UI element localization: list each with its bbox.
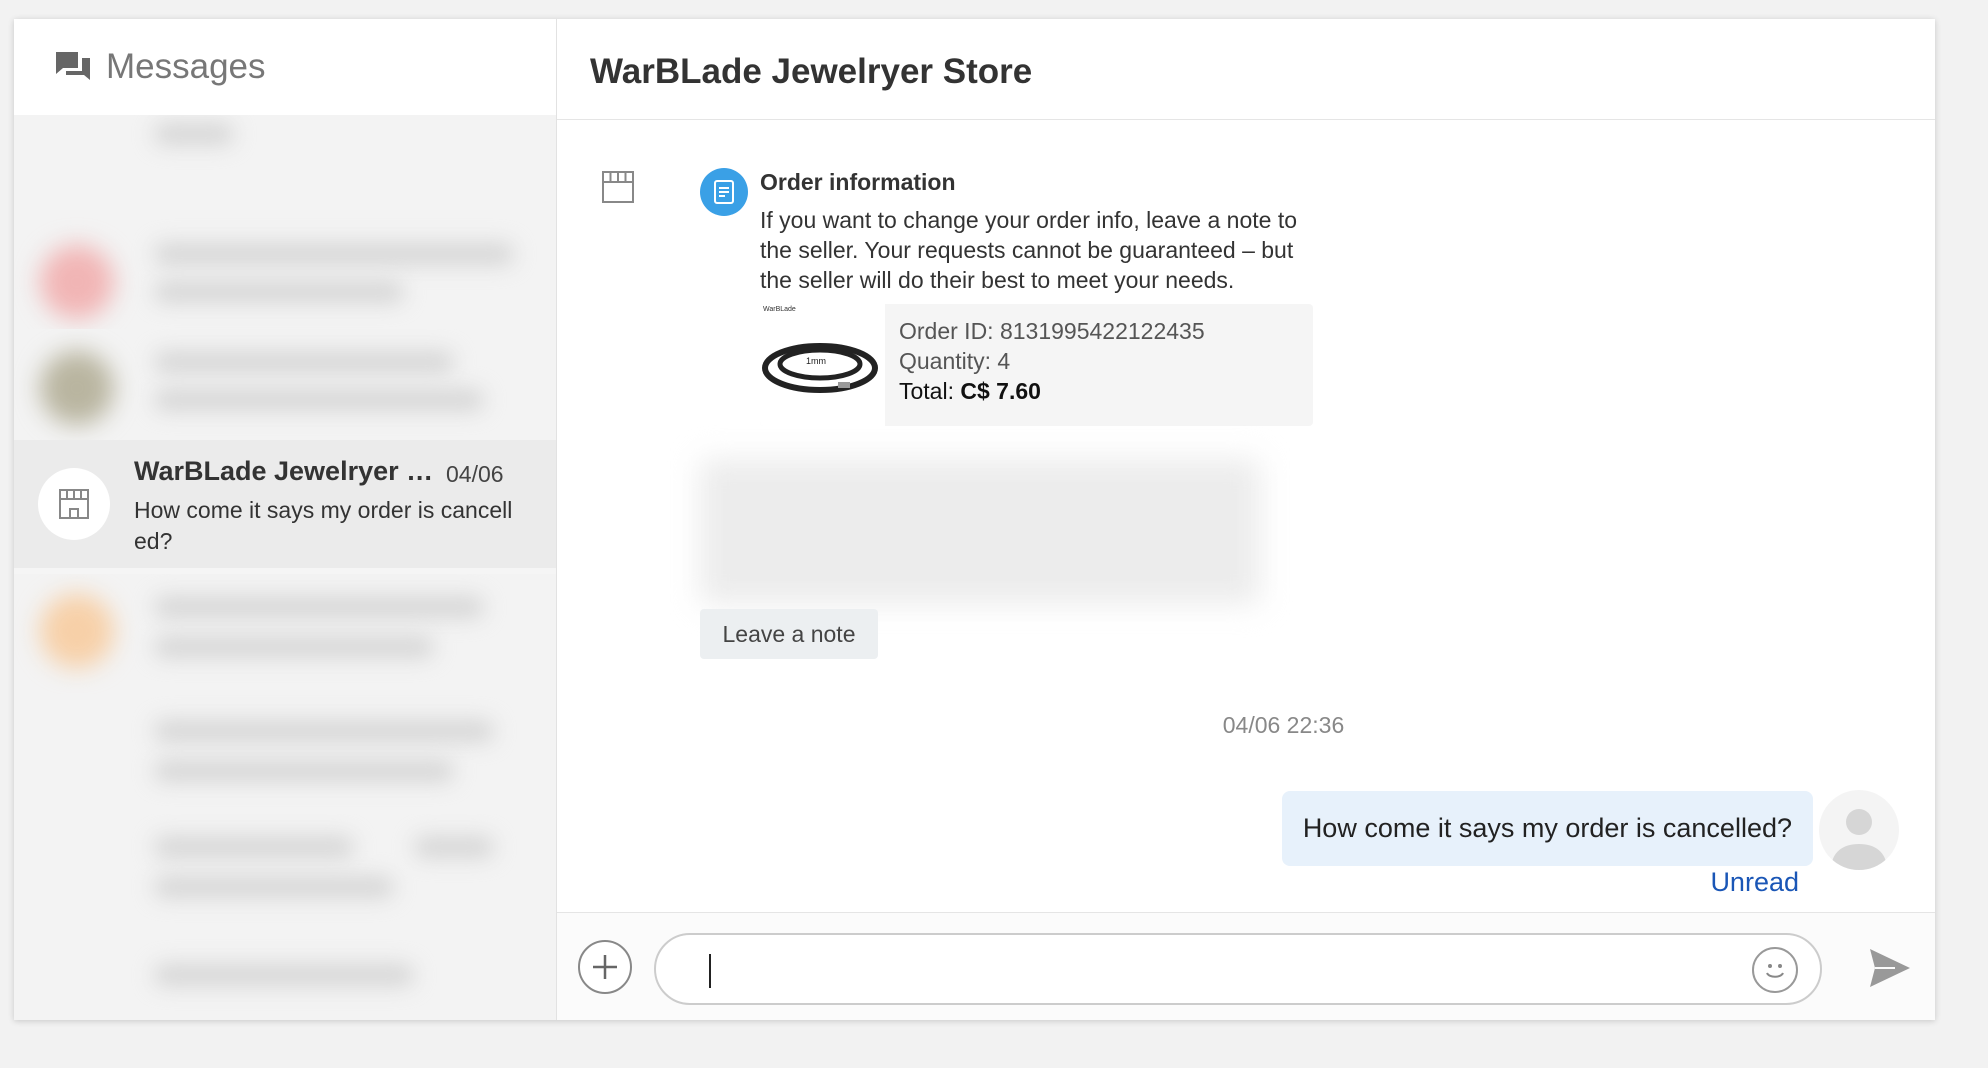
order-total-value: C$ 7.60 <box>960 378 1041 404</box>
product-brand: WarBLade <box>763 306 796 313</box>
list-item-blurred[interactable] <box>14 924 556 1020</box>
sidebar-header: Messages <box>14 19 556 115</box>
product-thumbnail: WarBLade 1mm <box>760 304 885 426</box>
conversation-item-warblade[interactable]: WarBLade Jewelryer Store 04/06 How come … <box>14 440 556 568</box>
order-total: Total: C$ 7.60 <box>899 376 1205 406</box>
send-icon[interactable] <box>1868 947 1912 989</box>
store-icon <box>38 468 110 540</box>
product-caption: 1mm <box>806 356 826 366</box>
order-total-label: Total: <box>899 378 954 404</box>
text-cursor <box>709 954 711 988</box>
leave-note-button[interactable]: Leave a note <box>700 609 878 659</box>
list-item-blurred[interactable] <box>14 814 556 924</box>
unread-status[interactable]: Unread <box>1710 867 1799 898</box>
conversation-name: WarBLade Jewelryer Store <box>134 456 439 486</box>
order-id: Order ID: 8131995422122435 <box>899 318 1205 344</box>
list-item-blurred[interactable] <box>14 215 556 329</box>
conversation-date: 04/06 <box>446 461 504 487</box>
message-bubble[interactable]: How come it says my order is cancelled? <box>1281 791 1813 866</box>
order-card[interactable]: WarBLade 1mm Order ID: 8131995422122435 … <box>760 304 1313 426</box>
message-input-box[interactable] <box>654 933 1822 1005</box>
document-icon <box>700 168 748 216</box>
chat-panel: WarBLade Jewelryer Store Order informati… <box>557 19 1935 1020</box>
list-item-blurred[interactable] <box>14 574 556 694</box>
emoji-icon[interactable] <box>1752 947 1798 993</box>
list-item-blurred[interactable] <box>14 115 556 215</box>
order-quantity: Quantity: 4 <box>899 348 1011 374</box>
chat-window: Messages WarBLade Jewelryer Store 04/06 … <box>14 19 1935 1020</box>
plus-icon[interactable] <box>578 940 632 994</box>
list-item-blurred[interactable] <box>14 694 556 814</box>
sidebar-title: Messages <box>106 47 266 86</box>
chat-bubbles-icon <box>54 50 92 84</box>
chat-title: WarBLade Jewelryer Store <box>590 52 1033 91</box>
store-icon <box>586 155 650 219</box>
order-info-description: If you want to change your order info, l… <box>760 207 1298 293</box>
order-details: Order ID: 8131995422122435 Quantity: 4 T… <box>899 316 1205 406</box>
message-timestamp: 04/06 22:36 <box>1222 712 1345 738</box>
blurred-content <box>700 459 1260 604</box>
conversation-preview: How come it says my order is cancelled? <box>134 497 513 554</box>
message-input-bar <box>557 912 1935 1020</box>
message-input[interactable] <box>704 949 1704 991</box>
list-item-blurred[interactable] <box>14 329 556 440</box>
conversation-sidebar: Messages WarBLade Jewelryer Store 04/06 … <box>14 19 557 1020</box>
user-avatar <box>1819 790 1899 870</box>
order-info-title: Order information <box>760 169 956 195</box>
chat-header: WarBLade Jewelryer Store <box>557 19 1935 120</box>
